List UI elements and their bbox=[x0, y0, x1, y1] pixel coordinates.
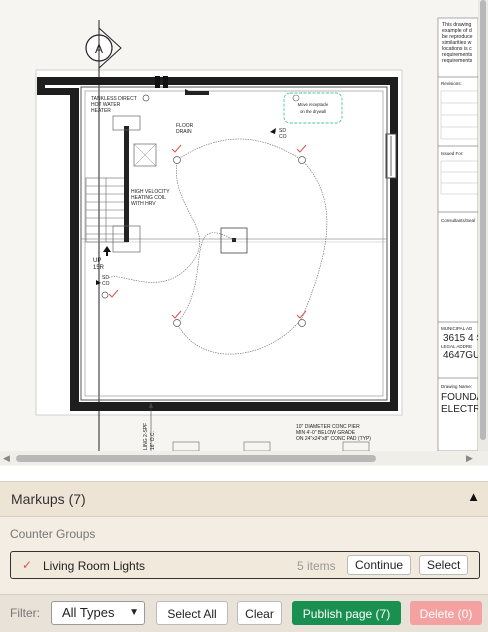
horizontal-scrollbar[interactable]: ◀ ▶ bbox=[0, 451, 488, 465]
svg-text:MUNICIPAL AD: MUNICIPAL AD bbox=[441, 326, 473, 331]
title-block: This drawing example of d be reproduce s… bbox=[437, 17, 478, 451]
svg-text:3615 4 S: 3615 4 S bbox=[443, 333, 478, 344]
filter-label: Filter: bbox=[10, 606, 40, 620]
svg-text:on the drywall: on the drywall bbox=[300, 109, 326, 114]
vertical-scroll-thumb[interactable] bbox=[480, 0, 486, 440]
svg-text:FOUNDA: FOUNDA bbox=[441, 392, 478, 403]
markups-panel-title: Markups (7) bbox=[11, 491, 86, 507]
svg-text:requirements: requirements bbox=[442, 58, 473, 64]
svg-text:Drawing Name:: Drawing Name: bbox=[441, 384, 472, 389]
svg-text:15R: 15R bbox=[93, 265, 105, 271]
vertical-scrollbar[interactable] bbox=[478, 0, 488, 451]
svg-text:LEGAL ADDRE: LEGAL ADDRE bbox=[441, 344, 472, 349]
publish-page-button[interactable]: Publish page (7) bbox=[292, 601, 401, 625]
check-icon: ✓ bbox=[22, 558, 33, 572]
svg-text:A: A bbox=[95, 42, 103, 56]
svg-text:WITH HRV: WITH HRV bbox=[131, 201, 156, 207]
svg-text:UP: UP bbox=[93, 258, 101, 264]
svg-text:LING 2-SPF: LING 2-SPF bbox=[143, 423, 149, 450]
drawing-viewport[interactable]: A Move receptacle on the drywall TANKLES… bbox=[0, 0, 488, 466]
svg-text:HEATER: HEATER bbox=[91, 108, 111, 114]
floor-plan-drawing[interactable]: A Move receptacle on the drywall TANKLES… bbox=[0, 0, 478, 451]
svg-text:CO: CO bbox=[279, 134, 287, 140]
markups-panel-header[interactable]: Markups (7) ▲ bbox=[0, 481, 488, 517]
svg-text:CO: CO bbox=[102, 281, 110, 287]
counter-groups-label: Counter Groups bbox=[10, 527, 96, 541]
svg-text:ELECTR: ELECTR bbox=[441, 404, 478, 415]
select-all-button[interactable]: Select All bbox=[156, 601, 228, 625]
markup-type-value: All Types bbox=[62, 605, 115, 620]
collapse-triangle-icon[interactable]: ▲ bbox=[467, 489, 480, 504]
delete-button[interactable]: Delete (0) bbox=[410, 601, 482, 625]
svg-text:Consultants/Seal: Consultants/Seal bbox=[441, 218, 475, 223]
counter-group-row[interactable]: ✓ Living Room Lights 5 items Continue Se… bbox=[10, 551, 480, 579]
scroll-right-arrow-icon[interactable]: ▶ bbox=[466, 453, 473, 463]
filter-toolbar: Filter: All Types ▼ Select All Clear Pub… bbox=[0, 594, 488, 632]
chevron-down-icon: ▼ bbox=[129, 607, 139, 618]
horizontal-scroll-thumb[interactable] bbox=[16, 455, 376, 462]
markup-type-select[interactable]: All Types ▼ bbox=[51, 601, 145, 625]
svg-text:Move receptacle: Move receptacle bbox=[298, 102, 329, 107]
continue-button[interactable]: Continue bbox=[347, 555, 412, 575]
svg-text:4647GU: 4647GU bbox=[443, 350, 478, 361]
scroll-left-arrow-icon[interactable]: ◀ bbox=[3, 453, 10, 463]
counter-group-count: 5 items bbox=[297, 559, 336, 573]
clear-button[interactable]: Clear bbox=[237, 601, 282, 625]
svg-text:DRAIN: DRAIN bbox=[176, 129, 192, 135]
select-group-button[interactable]: Select bbox=[419, 555, 469, 575]
svg-text:Issued For:: Issued For: bbox=[441, 151, 464, 156]
svg-text:ON 24"x24"x8" CONC PAD (TYP): ON 24"x24"x8" CONC PAD (TYP) bbox=[296, 436, 371, 442]
svg-text:Revisions:: Revisions: bbox=[441, 81, 462, 86]
counter-group-name: Living Room Lights bbox=[43, 559, 146, 573]
